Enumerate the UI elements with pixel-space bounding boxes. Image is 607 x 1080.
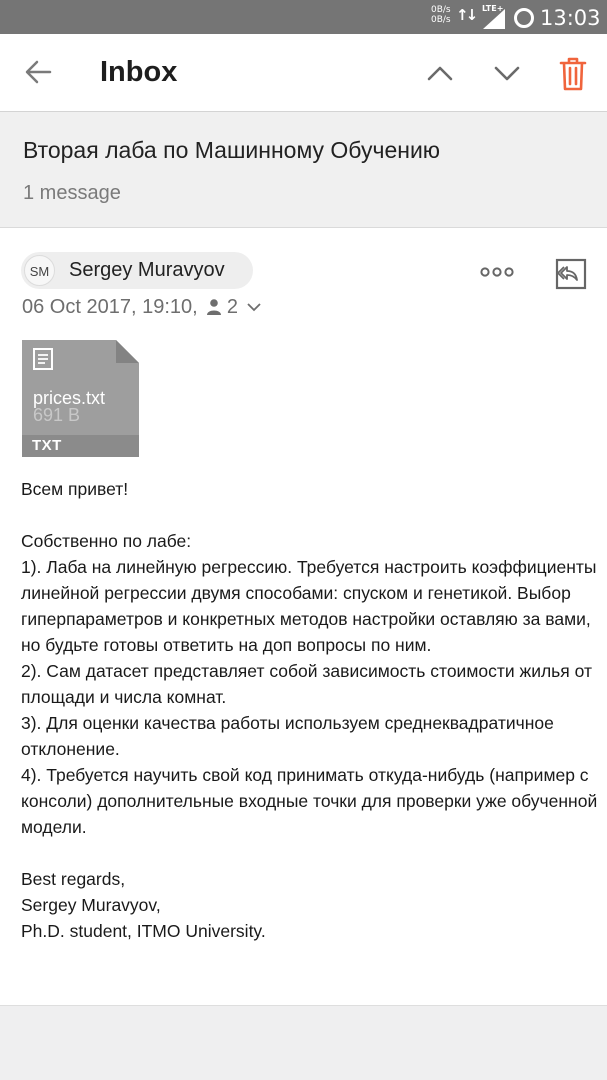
body-item: 3). Для оценки качества работы используе… — [21, 713, 554, 759]
thread-subject: Вторая лаба по Машинному Обучению — [23, 137, 441, 163]
toolbar-title: Inbox — [100, 56, 178, 88]
text-document-icon — [33, 348, 53, 370]
attachment-tile[interactable]: 691 B prices.txt TXT — [22, 340, 139, 457]
thread-header: Вторая лаба по Машинному Обучению 1 mess… — [0, 112, 607, 228]
chevron-down-icon[interactable] — [246, 302, 261, 312]
battery-icon — [514, 8, 534, 28]
trash-icon[interactable] — [558, 56, 588, 92]
network-speed: 0B/s 0B/s — [431, 5, 451, 25]
next-message-chevron-down-icon[interactable] — [491, 60, 523, 86]
message-card: SM Sergey Muravyov 06 Oct 2017, 19:10, 2… — [0, 228, 607, 1006]
more-options-icon[interactable] — [480, 266, 514, 278]
sender-chip[interactable]: SM Sergey Muravyov — [21, 252, 253, 289]
attachment-filename: prices.txt — [33, 388, 106, 408]
message-date: 06 Oct 2017, 19:10, — [22, 296, 198, 318]
body-item: 1). Лаба на линейную регрессию. Требуетс… — [21, 557, 597, 655]
recipients-count[interactable]: 2 — [227, 296, 238, 318]
message-meta: 06 Oct 2017, 19:10, 2 — [22, 296, 261, 319]
clock: 13:03 — [540, 6, 601, 30]
reply-all-icon[interactable] — [555, 258, 587, 290]
avatar: SM — [24, 255, 55, 286]
signature-line: Sergey Muravyov, — [21, 895, 161, 915]
toolbar: Inbox — [0, 34, 607, 112]
body-item: 4). Требуется научить свой код принимать… — [21, 765, 598, 837]
message-count: 1 message — [23, 182, 121, 204]
previous-message-chevron-up-icon[interactable] — [424, 60, 456, 86]
body-greeting: Всем привет! — [21, 479, 129, 499]
signature-line: Ph.D. student, ITMO University. — [21, 921, 266, 941]
body-item: 2). Сам датасет представляет собой завис… — [21, 661, 593, 707]
person-icon — [207, 299, 222, 315]
signature-line: Best regards, — [21, 869, 126, 889]
status-bar: 0B/s 0B/s ↑↓ LTE+ 13:03 — [0, 0, 607, 34]
signal-icon — [483, 9, 505, 29]
back-arrow-icon[interactable] — [23, 57, 53, 87]
message-body: Всем привет! Собственно по лабе: 1). Лаб… — [21, 476, 601, 944]
sender-name: Sergey Muravyov — [69, 259, 225, 281]
data-transfer-icon: ↑↓ — [456, 6, 478, 24]
page-fold — [116, 340, 139, 363]
body-intro: Собственно по лабе: — [21, 531, 192, 551]
attachment-type: TXT — [22, 435, 139, 457]
